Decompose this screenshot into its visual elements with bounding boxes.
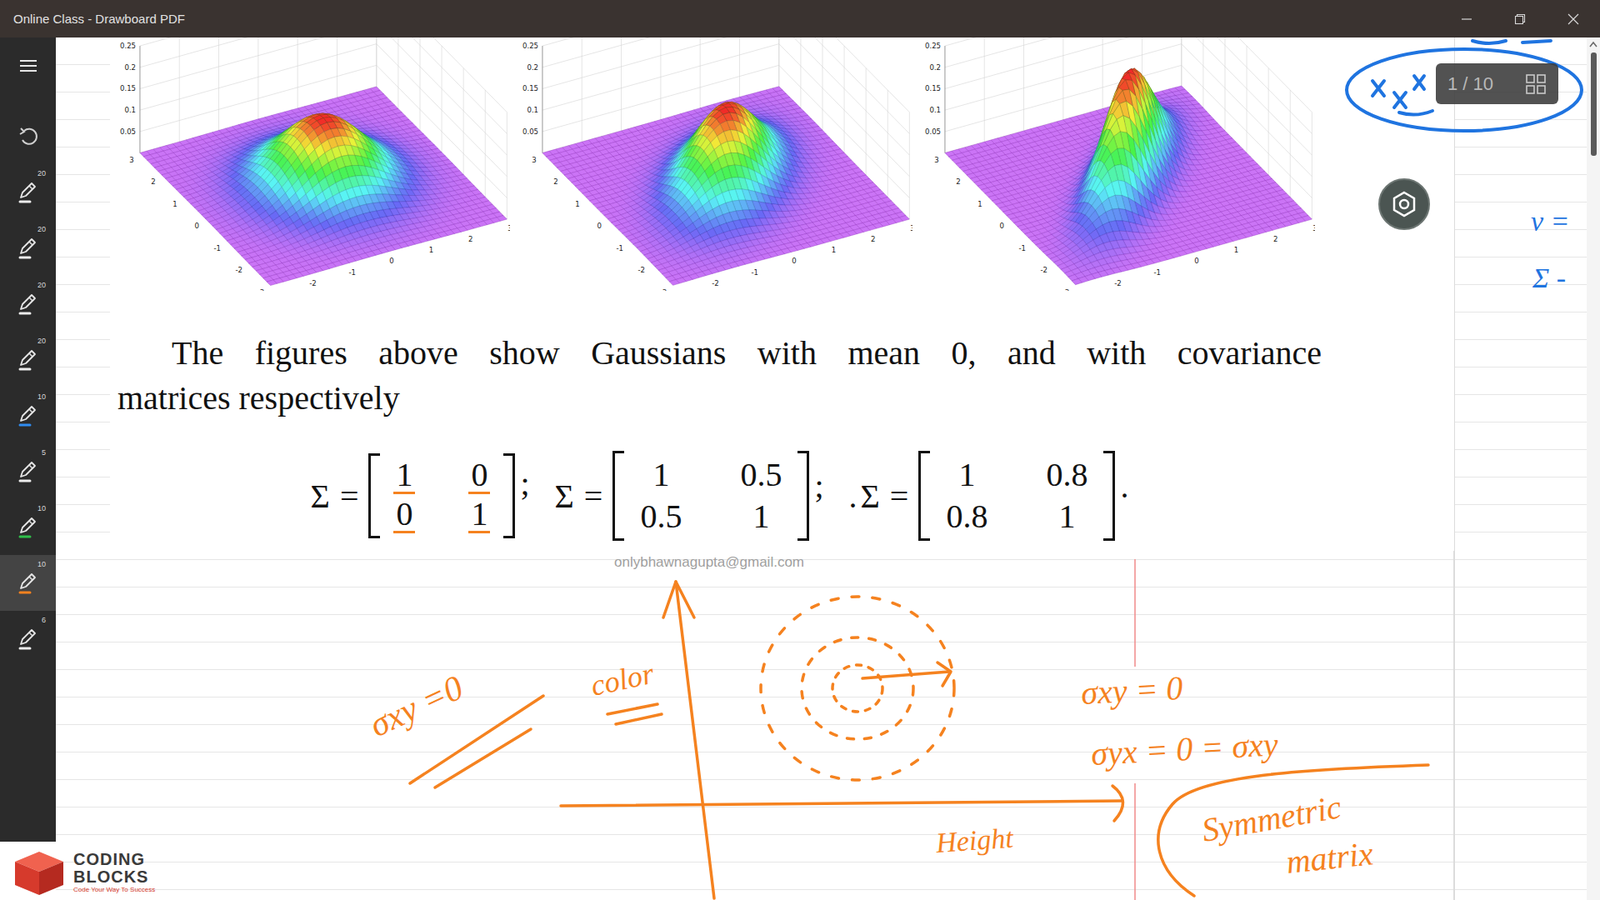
pen-size-badge: 10 [37,560,46,569]
y-tick-label: -1 [213,244,221,253]
pen-tool[interactable]: 10 [0,555,56,611]
pen-icon [15,235,41,261]
window-title: Online Class - Drawboard PDF [0,11,185,26]
y-tick-label: 2 [150,177,155,186]
x-tick-label: 1 [429,245,434,255]
surface-cell [266,280,277,286]
y-tick-label: -3 [257,288,265,291]
pen-size-badge: 10 [37,392,46,401]
pen-size-badge: 20 [37,225,46,234]
z-tick-label: 0.05 [522,127,539,136]
gaussian-surface-plot: 0.050.10.150.20.25-3-2-10123-3-2-10123 [520,37,913,291]
gaussian-surface-plot: 0.05 0.1 0.15 0.2 0.25 -3 -2 -1 0 1 2 3 -3 -2 -1 0 1 2 3 [117,37,510,291]
y-tick-label: 1 [172,200,177,209]
x-tick-label: -3 [270,290,278,291]
undo-icon [17,125,40,148]
plot-row: 0.050.10.150.20.25-3-2-10123-3-2-101230.… [117,37,1322,291]
window-controls [1440,0,1600,38]
menu-tool[interactable] [0,37,56,94]
pen-size-badge: 20 [37,280,46,290]
restore-icon [1514,13,1526,25]
pen-icon [15,515,41,540]
y-tick-label: 3 [129,155,134,165]
x-tick-label: 0 [389,256,394,265]
z-tick-label: 0.15 [120,85,136,94]
pen-icon [15,403,41,429]
pen-tool[interactable]: 5 [0,443,56,500]
pen-icon [15,291,41,317]
title-bar: Online Class - Drawboard PDF [0,0,1600,38]
z-tick-label: 0.05 [120,127,136,136]
z-tick-label: 0.25 [522,41,539,50]
pdf-page: 0.050.10.150.20.25-3-2-10123-3-2-101230.… [110,37,1455,551]
y-tick-label: 0 [194,221,199,230]
pen-icon [15,347,41,373]
x-tick-label: 2 [468,235,473,244]
pen-tool[interactable]: 20 [0,220,56,276]
surface-mesh [140,86,507,286]
pen-icon [15,570,41,596]
z-tick-label: 0.1 [526,105,539,115]
pen-size-badge: 20 [37,336,46,345]
pen-tool[interactable]: 6 [0,610,56,667]
undo-tool[interactable] [0,108,56,165]
minimize-icon [1460,13,1473,25]
pen-tool[interactable]: 10 [0,499,56,555]
pen-tool[interactable]: 20 [0,275,56,332]
z-tick-label: 0.2 [124,63,136,72]
pen-size-badge: 10 [37,504,46,513]
restore-button[interactable] [1493,0,1547,38]
surface-mesh [542,86,910,286]
pen-tool[interactable]: 20 [0,164,56,220]
x-tick-label: -1 [349,268,357,277]
minimize-button[interactable] [1440,0,1494,38]
z-tick-label: 0.25 [120,41,136,50]
document-canvas[interactable]: 0.050.10.150.20.25-3-2-10123-3-2-101230.… [55,37,1600,900]
close-button[interactable] [1546,0,1600,38]
pen-size-badge: 5 [41,448,46,457]
pen-icon [15,626,41,652]
plot-wall-grid [140,37,507,220]
pen-icon [15,459,41,485]
plot-wall-grid [542,37,910,220]
pen-size-badge: 6 [41,615,46,625]
app-window: Online Class - Drawboard PDF202020201051… [0,0,1600,900]
y-tick-label: -2 [235,265,244,275]
x-tick-label: -2 [309,279,317,288]
z-tick-label: 0.15 [522,85,539,94]
pen-tool[interactable]: 20 [0,331,56,388]
tool-sidebar: 20 20 20 20 10 5 10 10 6 [0,37,56,900]
close-icon [1567,13,1580,25]
hamburger-menu-icon [18,57,39,75]
pen-tool[interactable]: 10 [0,387,56,444]
pen-icon [15,180,41,205]
x-tick-label: 3 [507,224,510,233]
z-tick-label: 0.1 [124,105,136,115]
z-tick-label: 0.2 [526,63,539,72]
pen-size-badge: 20 [37,169,46,178]
